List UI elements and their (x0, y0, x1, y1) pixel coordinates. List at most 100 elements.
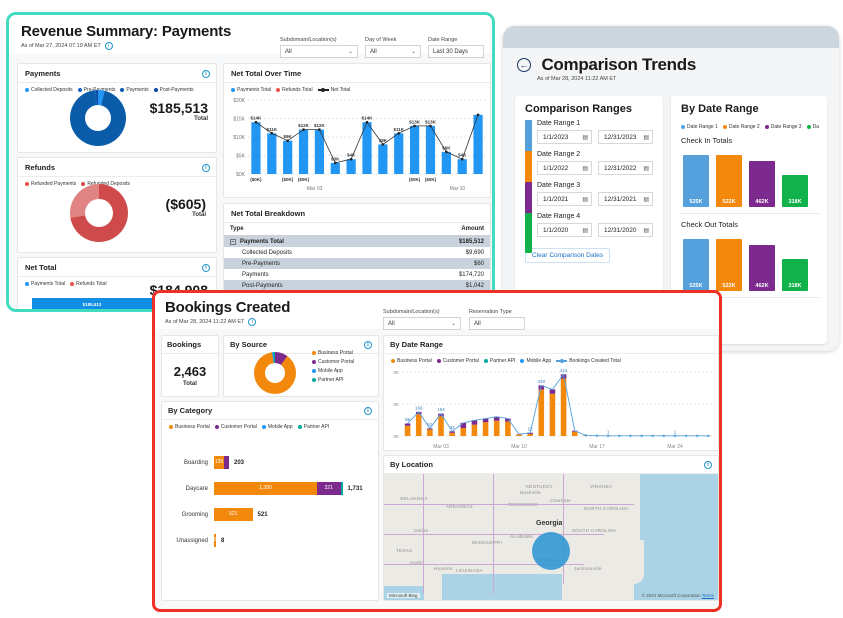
info-icon[interactable]: i (104, 42, 113, 50)
bar-segment[interactable] (571, 431, 578, 436)
back-arrow-icon[interactable]: ← (517, 58, 531, 72)
map-data-bubble[interactable] (532, 532, 570, 570)
svg-text:Mar 03: Mar 03 (307, 186, 323, 192)
check-in-totals-chart: 525K 522K 462K 318K (671, 145, 827, 207)
bar-segment[interactable] (404, 425, 411, 436)
payments-legend: Collected Deposits Pre-Payments Payments… (18, 83, 216, 93)
date-range-start-input[interactable]: 1/1/2020 ▤ (537, 223, 592, 237)
svg-text:Mar 10: Mar 10 (450, 186, 466, 192)
segment-value-label: 521 (229, 511, 238, 517)
map-label: VIRGINIA (590, 484, 613, 489)
bar[interactable]: 462K (749, 244, 775, 291)
bar[interactable] (251, 122, 261, 174)
microsoft-bing-logo: Microsoft Bing (387, 593, 420, 598)
bar[interactable]: 462K (749, 160, 775, 207)
bar-segment[interactable] (427, 429, 433, 436)
date-range-start-input[interactable]: 1/1/2021 ▤ (537, 192, 592, 206)
bar[interactable] (267, 133, 277, 174)
bar-segment[interactable] (460, 428, 467, 436)
bar-segment[interactable] (538, 389, 545, 436)
date-range-start-input[interactable]: 1/1/2023 ▤ (537, 130, 592, 144)
info-icon[interactable]: i (364, 340, 372, 349)
bar[interactable]: 525K (683, 238, 709, 291)
info-icon[interactable]: i (248, 318, 257, 326)
net-total-over-time-plot: $0K $5K $10K $15K $20K $14K ($0K) $11K $9K ($0K) $… (224, 92, 488, 195)
bar-segment[interactable] (460, 422, 467, 428)
svg-text:$0K: $0K (236, 172, 246, 178)
info-icon[interactable]: i (202, 69, 210, 78)
category-bar-segment[interactable]: 135 (214, 456, 224, 469)
column-header-type[interactable]: Type (224, 223, 402, 236)
map-terms-link[interactable]: Terms (702, 593, 714, 598)
bar-segment[interactable] (505, 421, 511, 436)
bar-segment[interactable] (449, 432, 455, 436)
map-label: KENTUCKY (526, 484, 553, 489)
filter-subdomain-select[interactable]: All ⌄ (280, 45, 358, 58)
bar-value-label: 462K (755, 199, 769, 205)
filter-day-of-week-select[interactable]: All ⌄ (365, 45, 421, 58)
bar[interactable] (457, 159, 467, 174)
filter-date-range-label: Date Range (428, 37, 458, 43)
table-row[interactable]: − Payments Total $185,512 (224, 235, 490, 247)
bar-segment[interactable] (549, 389, 556, 394)
date-range-end-input[interactable]: 12/31/2020 ▤ (598, 223, 653, 237)
filter-date-range-select[interactable]: Last 30 Days (428, 45, 484, 58)
category-bar-segment[interactable]: 1,390 (214, 482, 317, 495)
bar[interactable]: 525K (683, 154, 709, 207)
map-state-label-georgia: Georgia (536, 520, 563, 527)
bar[interactable] (378, 144, 388, 174)
bar[interactable] (425, 125, 436, 174)
date-range-end-input[interactable]: 12/31/2023 ▤ (598, 130, 653, 144)
date-range-start-input[interactable]: 1/1/2022 ▤ (537, 161, 592, 175)
category-bar-segment[interactable]: 521 (214, 508, 253, 521)
location-map[interactable]: OKLAHOMA ARKANSAS TEXAS MISSISSIPPI LOUI… (384, 474, 718, 600)
bar-segment[interactable] (493, 420, 500, 436)
bar[interactable] (394, 133, 404, 174)
category-total-label: 521 (257, 511, 268, 518)
table-row[interactable]: Payments $174,720 (224, 269, 490, 280)
column-header-amount[interactable]: Amount (401, 223, 490, 236)
category-bar-segment[interactable] (340, 482, 343, 495)
bookings-by-date-range-svg: 0K0K0K861665215432 223484241 1Mar 03 Mar 10… (393, 368, 714, 450)
bar[interactable]: 522K (716, 154, 742, 207)
bar[interactable] (283, 140, 293, 174)
bar[interactable] (346, 159, 356, 174)
table-row[interactable]: Collected Deposits $9,690 (224, 247, 490, 258)
bar-segment[interactable] (516, 434, 522, 436)
bar-segment[interactable] (527, 433, 533, 436)
bar[interactable] (330, 162, 340, 174)
bar-segment[interactable] (471, 424, 478, 436)
date-range-end-input[interactable]: 12/31/2021 ▤ (598, 192, 653, 206)
table-row[interactable]: Pre-Payments $60 (224, 258, 490, 269)
bookings-filter-reservation-type-label: Reservation Type (469, 309, 512, 315)
bar[interactable]: 318K (782, 259, 808, 291)
bookings-filter-reservation-type-select[interactable]: All (469, 317, 525, 330)
bookings-filter-subdomain-select[interactable]: All ⌄ (383, 317, 461, 330)
bar-segment[interactable] (438, 416, 444, 436)
date-range-label: Date Range 4 (537, 213, 581, 220)
info-icon[interactable]: i (202, 263, 210, 272)
breakdown-type-cell: Payments (242, 271, 269, 278)
date-range-end-input[interactable]: 12/31/2022 ▤ (598, 161, 653, 175)
svg-text:($0K): ($0K) (250, 177, 262, 182)
bar-segment[interactable] (549, 393, 556, 436)
bar[interactable] (409, 125, 420, 174)
info-icon[interactable]: i (202, 163, 210, 172)
bar-segment[interactable] (404, 423, 411, 426)
bar-segment[interactable] (415, 414, 422, 436)
category-bar-segment[interactable] (223, 456, 229, 469)
info-icon[interactable]: i (364, 406, 372, 415)
expand-collapse-icon[interactable]: − (230, 238, 236, 245)
comparison-timestamp: As of Mar 28, 2024 11:22 AM ET (537, 76, 617, 82)
bar[interactable] (441, 151, 451, 174)
check-in-totals-title: Check In Totals (681, 136, 733, 145)
bar[interactable] (298, 129, 309, 174)
bar-segment[interactable] (482, 422, 489, 436)
bar-segment[interactable] (560, 378, 567, 436)
clear-comparison-dates-button[interactable]: Clear Comparison Dates (525, 248, 611, 263)
category-bar-segment[interactable]: 321 (316, 482, 341, 495)
category-bar-segment[interactable]: 8 (214, 534, 217, 547)
bar[interactable]: 318K (782, 175, 808, 207)
info-icon[interactable]: i (704, 460, 712, 469)
bar[interactable]: 522K (716, 238, 742, 291)
